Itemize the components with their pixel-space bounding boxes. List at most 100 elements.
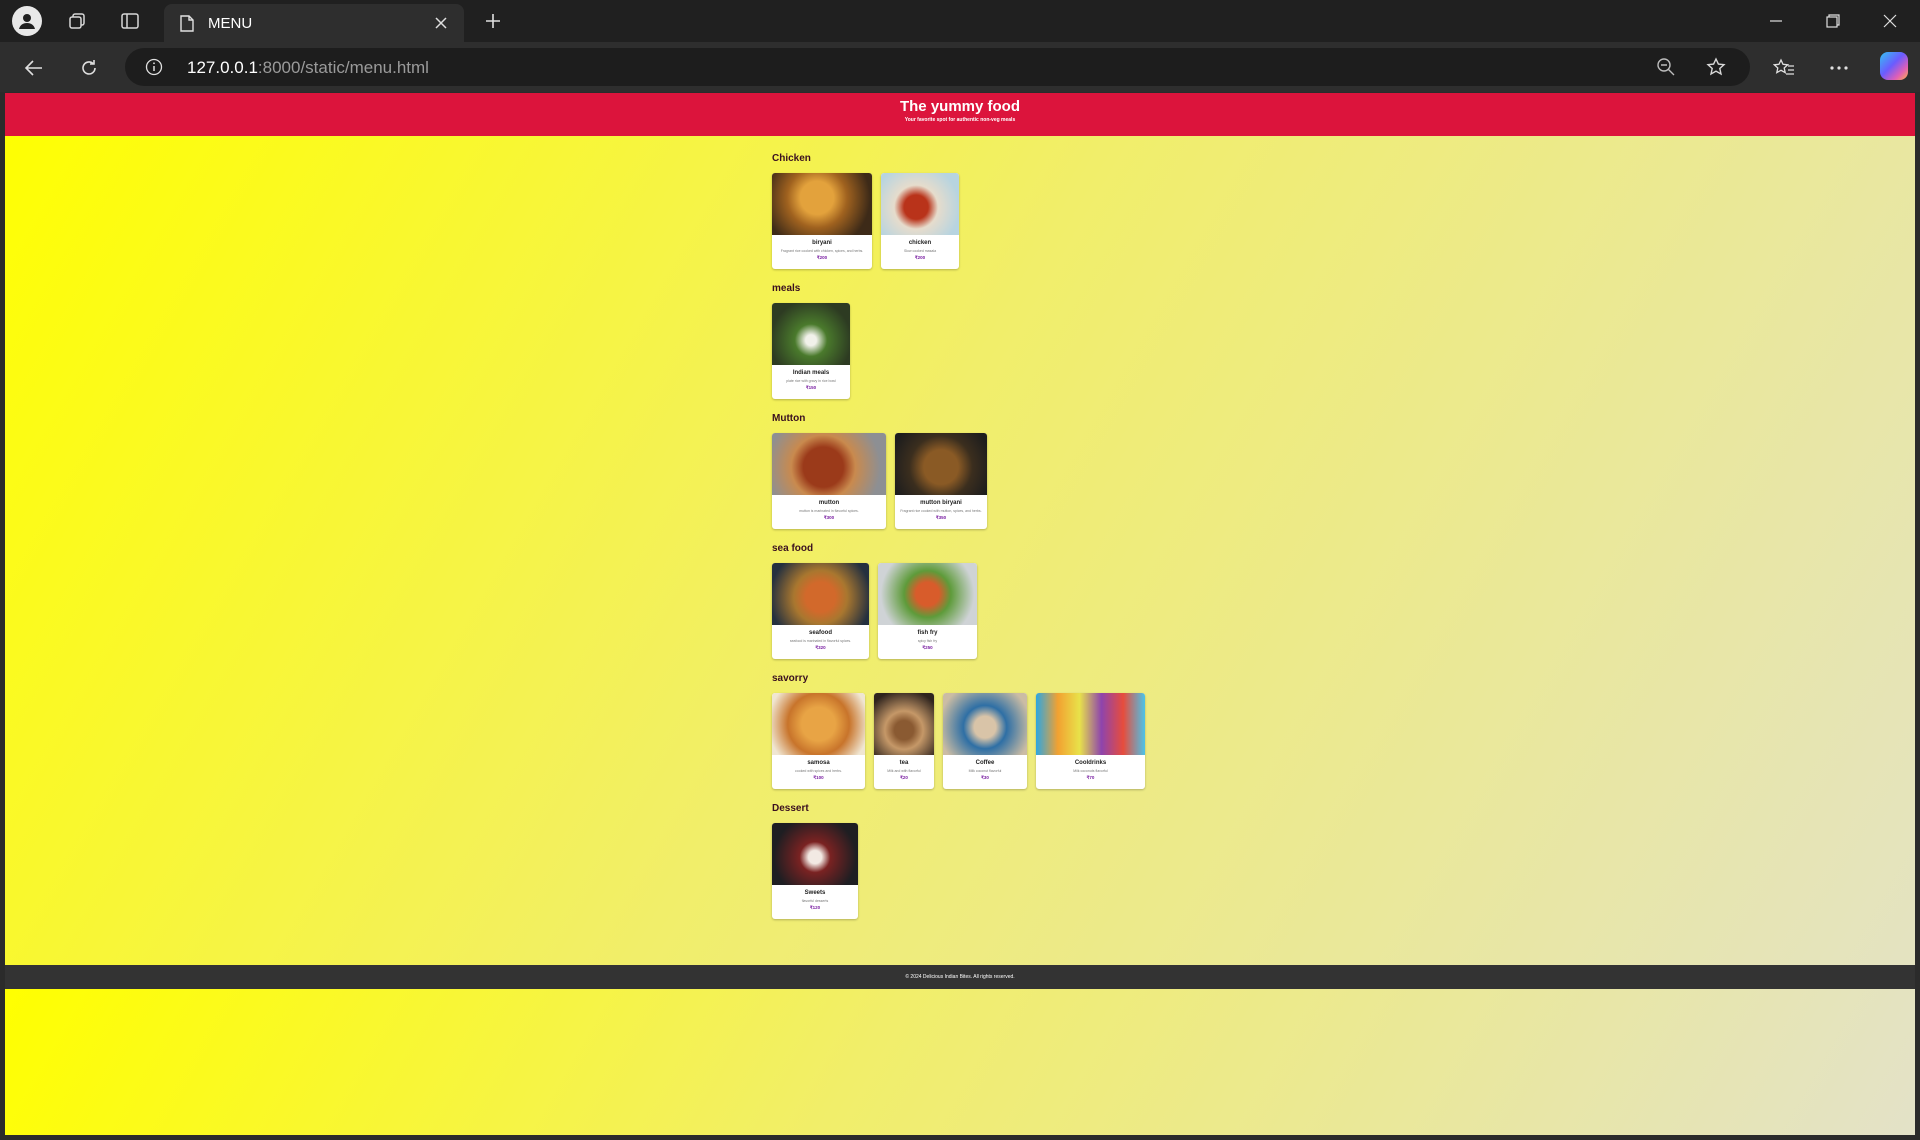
item-price: ₹30 [981, 775, 989, 780]
food-image [874, 693, 934, 755]
menu-card-samosa[interactable]: samosa cooked with spices and herbs. ₹10… [772, 693, 865, 789]
food-image [772, 433, 886, 495]
item-price: ₹200 [914, 255, 926, 260]
item-price: ₹250 [922, 645, 933, 650]
copilot-icon[interactable] [1880, 52, 1908, 80]
site-title: The yummy food [899, 98, 1020, 115]
category-chicken: Chicken biryani Fragrant rice cooked wit… [772, 153, 1272, 269]
tab-title: MENU [208, 14, 253, 32]
page-viewport: The yummy food Your favorite spot for au… [5, 93, 1915, 1135]
item-price: ₹100 [813, 775, 824, 780]
category-title: meals [772, 283, 801, 294]
tab-menu[interactable]: MENU [164, 4, 464, 42]
category-title: Mutton [772, 413, 806, 424]
item-name: samosa [807, 760, 830, 766]
item-name: mutton biryani [920, 500, 962, 506]
close-window-icon[interactable] [1862, 0, 1918, 42]
food-image [772, 693, 865, 755]
workspaces-icon[interactable] [62, 7, 92, 35]
menu-card-mutton-biryani[interactable]: mutton biryani Fragrant rice cooked with… [895, 433, 987, 529]
category-dessert: Dessert Sweets flavorful desserts ₹120 [772, 803, 1272, 919]
category-title: Dessert [772, 803, 809, 814]
item-price: ₹200 [816, 255, 828, 260]
menu-list: Chicken biryani Fragrant rice cooked wit… [772, 153, 1272, 933]
item-price: ₹20 [900, 775, 908, 780]
menu-card-tea[interactable]: tea Milk and with flavorful ₹20 [874, 693, 934, 789]
menu-card-mutton[interactable]: mutton mutton is marinated in flavorful … [772, 433, 886, 529]
minimize-window-icon[interactable] [1748, 0, 1804, 42]
profile-avatar-icon[interactable] [12, 6, 42, 36]
food-image [881, 173, 959, 235]
url-host: 127.0.0.1 [187, 58, 258, 77]
item-description: mutton is marinated in flavorful spices. [799, 509, 859, 513]
close-tab-icon[interactable] [432, 14, 450, 32]
menu-card-seafood[interactable]: seafood seafood is marinated in flavorfu… [772, 563, 869, 659]
item-name: seafood [808, 630, 832, 636]
menu-card-fish-fry[interactable]: fish fry spicy fish fry ₹250 [878, 563, 977, 659]
new-tab-icon[interactable] [478, 7, 508, 35]
item-price: ₹350 [935, 515, 947, 520]
item-price: ₹120 [809, 905, 821, 910]
menu-card-indian-meals[interactable]: Indian meals plate rice with gravy in ri… [772, 303, 850, 399]
site-info-icon[interactable] [145, 58, 163, 76]
item-description: Milk coconuts flavorful [1073, 769, 1108, 773]
address-toolbar: 127.0.0.1:8000/static/menu.html [0, 42, 1920, 92]
item-name: chicken [908, 240, 932, 246]
item-description: cooked with spices and herbs. [795, 769, 842, 773]
item-name: tea [899, 760, 909, 766]
page-background [5, 989, 1915, 1135]
item-price: ₹320 [815, 645, 826, 650]
url-text: 127.0.0.1:8000/static/menu.html [187, 58, 429, 78]
menu-card-coffee[interactable]: Coffee Milk coconut flavorful ₹30 [943, 693, 1027, 789]
food-image [772, 173, 872, 235]
restore-window-icon[interactable] [1805, 0, 1861, 42]
item-description: Fragrant rice cooked with mutton, spices… [900, 509, 982, 513]
item-name: biryani [812, 240, 832, 246]
item-description: plate rice with gravy in rice bowl [786, 379, 836, 383]
item-description: Milk coconut flavorful [968, 769, 1002, 773]
food-image [772, 823, 858, 885]
category-title: sea food [772, 543, 814, 554]
menu-card-chicken[interactable]: chicken Slow cooked masala ₹200 [881, 173, 959, 269]
item-price: ₹300 [823, 515, 835, 520]
favorite-star-icon[interactable] [1705, 56, 1727, 78]
food-image [878, 563, 977, 625]
food-image [895, 433, 987, 495]
item-price: ₹150 [805, 385, 817, 390]
item-name: Sweets [804, 890, 826, 896]
menu-card-biryani[interactable]: biryani Fragrant rice cooked with chicke… [772, 173, 872, 269]
category-sea-food: sea food seafood seafood is marinated in… [772, 543, 1272, 659]
food-image [943, 693, 1027, 755]
refresh-icon[interactable] [73, 52, 105, 84]
site-tagline: Your favorite spot for authentic non-veg… [904, 117, 1016, 123]
category-mutton: Mutton mutton mutton is marinated in fla… [772, 413, 1272, 529]
item-description: Milk and with flavorful [887, 769, 921, 773]
category-meals: meals Indian meals plate rice with gravy… [772, 283, 1272, 399]
back-arrow-icon[interactable] [18, 52, 50, 84]
menu-card-cooldrinks[interactable]: Cooldrinks Milk coconuts flavorful ₹70 [1036, 693, 1145, 789]
more-options-icon[interactable] [1823, 52, 1855, 84]
zoom-out-icon[interactable] [1655, 56, 1677, 78]
favorites-list-icon[interactable] [1768, 52, 1800, 84]
address-bar[interactable]: 127.0.0.1:8000/static/menu.html [125, 48, 1750, 86]
category-title: Chicken [772, 153, 811, 164]
tab-actions-icon[interactable] [115, 7, 145, 35]
item-name: Coffee [975, 760, 995, 766]
site-footer: © 2024 Delicious Indian Bites. All right… [5, 965, 1915, 989]
item-description: spicy fish fry [917, 639, 938, 643]
item-description: flavorful desserts [801, 899, 829, 903]
item-description: Slow cooked masala [903, 249, 937, 253]
menu-card-sweets[interactable]: Sweets flavorful desserts ₹120 [772, 823, 858, 919]
item-name: Cooldrinks [1074, 760, 1107, 766]
browser-tab-strip: MENU [0, 0, 1920, 42]
food-image [772, 303, 850, 365]
item-name: Indian meals [792, 370, 830, 376]
page-document-icon [178, 14, 196, 32]
item-description: Fragrant rice cooked with chicken, spice… [780, 249, 864, 253]
item-price: ₹70 [1086, 775, 1095, 780]
food-image [772, 563, 869, 625]
category-title: savorry [772, 673, 809, 684]
item-name: mutton [818, 500, 840, 506]
item-name: fish fry [917, 630, 938, 636]
food-image [1036, 693, 1145, 755]
